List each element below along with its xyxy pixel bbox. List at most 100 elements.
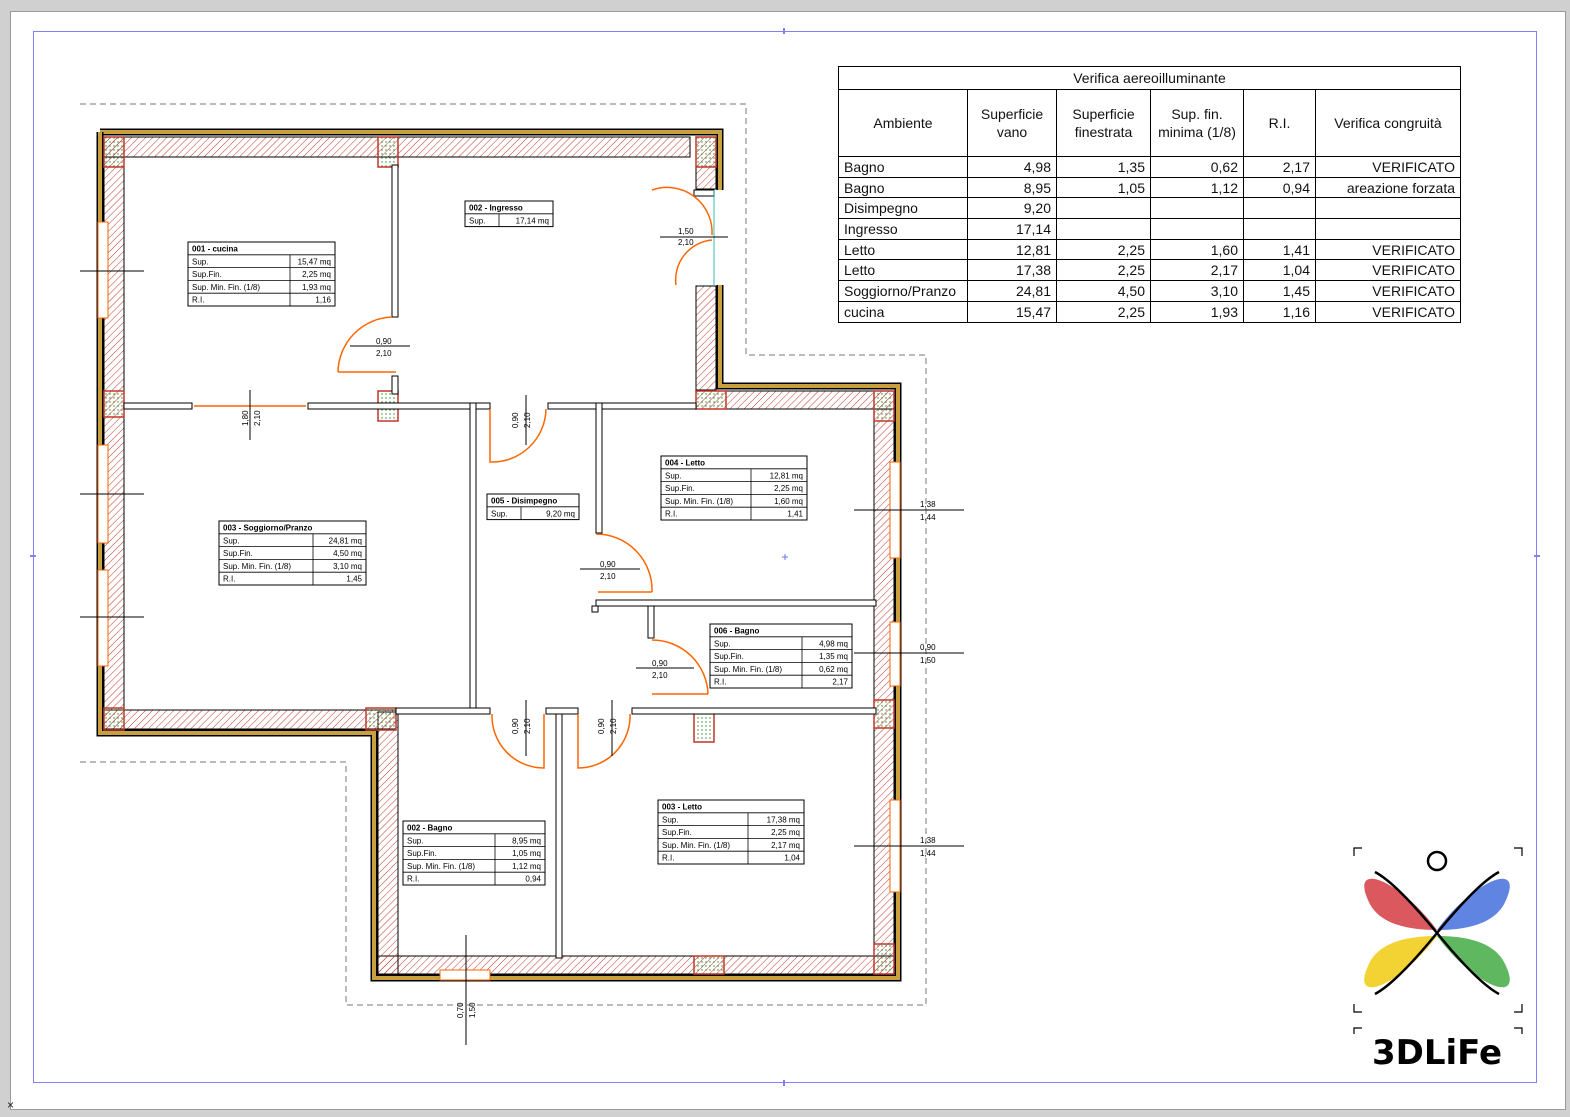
- room-label: 002 - Ingresso Sup. 17,14 mq: [464, 200, 554, 228]
- room-field-value: 1,41: [787, 510, 803, 519]
- verifica-row: Bagno 4,98 1,35 0,62 2,17 VERIFICATO: [838, 156, 1461, 178]
- room-field-value: 4,50 mq: [333, 549, 362, 558]
- room-field-label: Sup.: [665, 471, 681, 480]
- room-field-label: Sup.: [192, 257, 208, 266]
- cell-value: VERIFICATO: [1315, 300, 1461, 323]
- room-field-value: 1,45: [346, 575, 362, 584]
- room-field-label: Sup.Fin.: [223, 549, 253, 558]
- cell-value: 2,25: [1056, 259, 1151, 282]
- room-field-label: Sup. Min. Fin. (1/8): [407, 862, 475, 871]
- dim-text: 0,90: [597, 718, 606, 734]
- dim-text: 0,90: [600, 560, 616, 569]
- dim-text: 1,50: [468, 1002, 477, 1018]
- room-field-value: 1,93 mq: [302, 283, 331, 292]
- verifica-title: Verifica aereoilluminante: [838, 66, 1461, 90]
- cell-value: VERIFICATO: [1315, 238, 1461, 261]
- dim-text: 1,38: [920, 836, 936, 845]
- cell-value: [1315, 197, 1461, 220]
- verifica-header-row: Ambiente Superficie vano Superficie fine…: [838, 89, 1461, 157]
- room-label: 003 - Soggiorno/Pranzo Sup. 24,81 mq Sup.Fi…: [218, 520, 367, 586]
- room-field-value: 2,17: [832, 678, 848, 687]
- room-field-value: 9,20 mq: [546, 509, 575, 518]
- cell-value: 2,17: [1243, 156, 1316, 178]
- room-label: 001 - cucina Sup. 15,47 mq Sup.Fin. 2,25 mq S…: [187, 241, 336, 307]
- room-field-label: Sup.Fin.: [662, 828, 692, 837]
- room-label: 003 - Letto Sup. 17,38 mq Sup.Fin. 2,25 mq Su…: [657, 799, 805, 865]
- dim-text: 2,10: [652, 671, 668, 680]
- cell-ambiente: Letto: [838, 259, 968, 282]
- cell-value: [1315, 218, 1461, 240]
- cell-ambiente: Disimpegno: [838, 197, 968, 220]
- room-field-value: 2,17 mq: [771, 841, 800, 850]
- cell-value: 2,25: [1056, 238, 1151, 261]
- cell-ambiente: cucina: [838, 300, 968, 323]
- cell-value: 2,17: [1150, 259, 1244, 282]
- cell-value: 17,14: [967, 218, 1057, 240]
- cell-value: [1056, 218, 1151, 240]
- room-field-label: Sup.: [714, 639, 730, 648]
- room-field-label: Sup. Min. Fin. (1/8): [662, 841, 730, 850]
- cell-value: 24,81: [967, 280, 1057, 302]
- room-field-label: Sup.: [407, 836, 423, 845]
- room-label: 005 - Disimpegno Sup. 9,20 mq: [486, 493, 580, 521]
- room-title: 003 - Letto: [662, 803, 702, 812]
- logo: 3DLiFe: [1353, 847, 1523, 1073]
- room-title: 002 - Ingresso: [469, 204, 523, 213]
- room-field-label: Sup.Fin.: [665, 484, 695, 493]
- room-field-value: 0,62 mq: [819, 665, 848, 674]
- header-superficie-vano: Superficie vano: [967, 89, 1057, 157]
- dim-text: 2,10: [253, 410, 262, 426]
- cell-value: 1,45: [1243, 280, 1316, 302]
- dim-text: 0,90: [511, 718, 520, 734]
- dim-text: 2,10: [376, 349, 392, 358]
- dim-text: 1,38: [920, 500, 936, 509]
- cell-value: 0,62: [1150, 156, 1244, 178]
- cell-value: areazione forzata: [1315, 176, 1461, 199]
- room-field-label: Sup.: [662, 815, 678, 824]
- room-field-value: 1,05 mq: [512, 849, 541, 858]
- verifica-row: Ingresso 17,14: [838, 218, 1461, 240]
- cell-value: 9,20: [967, 197, 1057, 220]
- verifica-row: Disimpegno 9,20: [838, 197, 1461, 220]
- room-field-value: 17,38 mq: [767, 815, 800, 824]
- dim-text: 0,90: [511, 412, 520, 428]
- dim-text: 0,90: [652, 659, 668, 668]
- cell-value: 4,50: [1056, 280, 1151, 302]
- cell-value: 1,04: [1243, 259, 1316, 282]
- room-field-label: R.I.: [407, 875, 419, 884]
- room-labels: 001 - cucina Sup. 15,47 mq Sup.Fin. 2,25 mq S…: [187, 200, 853, 886]
- cell-value: 1,41: [1243, 238, 1316, 261]
- cell-value: [1150, 218, 1244, 240]
- room-title: 005 - Disimpegno: [491, 497, 557, 506]
- cell-value: 17,38: [967, 259, 1057, 282]
- room-field-value: 12,81 mq: [770, 471, 803, 480]
- room-field-label: Sup.: [491, 509, 507, 518]
- header-ri: R.I.: [1243, 89, 1316, 157]
- room-field-value: 2,25 mq: [302, 270, 331, 279]
- header-ambiente: Ambiente: [838, 89, 968, 157]
- logo-text: 3DLiFe: [1372, 1033, 1502, 1073]
- room-field-label: R.I.: [223, 575, 235, 584]
- room-field-value: 3,10 mq: [333, 562, 362, 571]
- room-field-label: Sup. Min. Fin. (1/8): [223, 562, 291, 571]
- dim-text: 2,10: [600, 572, 616, 581]
- room-field-label: Sup.: [223, 536, 239, 545]
- dim-text: 1,50: [678, 227, 694, 236]
- room-title: 002 - Bagno: [407, 824, 452, 833]
- header-superficie-finestrata: Superficie finestrata: [1056, 89, 1151, 157]
- cell-value: [1243, 197, 1316, 220]
- room-field-label: Sup.Fin.: [192, 270, 222, 279]
- verifica-row: cucina 15,47 2,25 1,93 1,16 VERIFICATO: [838, 300, 1461, 323]
- cell-value: 12,81: [967, 238, 1057, 261]
- dim-text: 0,90: [920, 643, 936, 652]
- cell-value: VERIFICATO: [1315, 280, 1461, 302]
- cell-value: [1243, 218, 1316, 240]
- dim-text: 1,44: [920, 849, 936, 858]
- header-sup-fin-minima: Sup. fin. minima (1/8): [1150, 89, 1244, 157]
- room-label: 002 - Bagno Sup. 8,95 mq Sup.Fin. 1,05 mq Sup…: [402, 820, 546, 886]
- cell-value: 4,98: [967, 156, 1057, 178]
- header-verifica: Verifica congruità: [1315, 89, 1461, 157]
- cell-value: [1150, 197, 1244, 220]
- room-label: 004 - Letto Sup. 12,81 mq Sup.Fin. 2,25 mq Su…: [660, 455, 808, 521]
- room-field-value: 1,12 mq: [512, 862, 541, 871]
